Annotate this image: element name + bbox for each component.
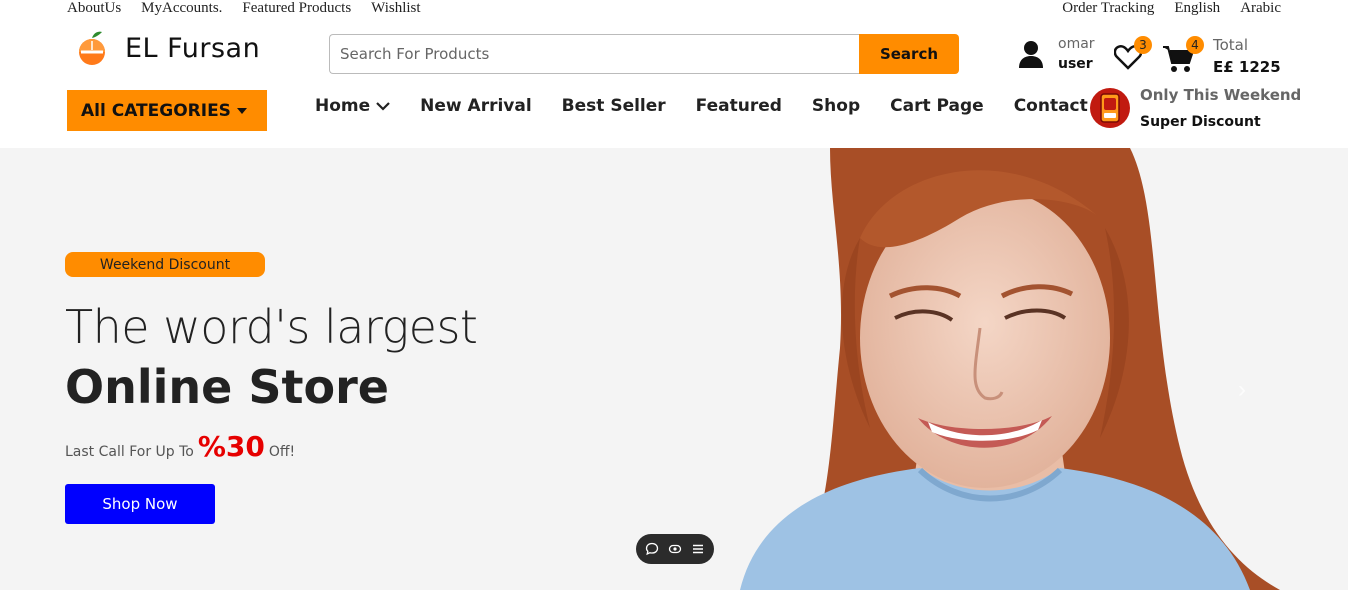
cart-total-value: E£ 1225 [1213,58,1281,76]
wishlist-link[interactable]: Wishlist [371,0,420,17]
promo-text: Only This Weekend Super Discount [1140,86,1301,130]
order-tracking-link[interactable]: Order Tracking [1062,0,1154,17]
cart-count-badge: 4 [1186,36,1204,54]
arabic-language-link[interactable]: Arabic [1240,0,1281,17]
promo-line-2: Super Discount [1140,114,1261,130]
hero-slider: ‹ › Weekend Discount The word's largest … [0,148,1348,590]
main-nav: Home New Arrival Best Seller Featured Sh… [315,96,1118,116]
all-categories-label: All CATEGORIES [81,100,231,121]
user-first-name: omar [1058,36,1095,52]
comment-icon[interactable] [645,542,659,556]
user-account[interactable]: omar user [1018,36,1095,72]
nav-item-new-arrival[interactable]: New Arrival [420,96,532,116]
cart-button[interactable]: 4 [1162,36,1204,79]
site-logo[interactable]: EL Fursan [77,30,260,66]
top-bar: AboutUs MyAccounts. Featured Products Wi… [0,0,1348,18]
user-icon [1019,41,1043,68]
cart-total: Total E£ 1225 [1213,36,1281,76]
shop-now-button[interactable]: Shop Now [65,484,215,524]
search-bar: Search [329,34,959,74]
orange-logo-icon [79,31,105,65]
nav-item-featured[interactable]: Featured [696,96,782,116]
hero-subtext-prefix: Last Call For Up To [65,444,194,460]
featured-products-link[interactable]: Featured Products [242,0,351,17]
slider-next-arrow-icon[interactable]: › [1238,376,1246,404]
top-links-left: AboutUs MyAccounts. Featured Products Wi… [67,0,421,17]
nav-item-shop[interactable]: Shop [812,96,860,116]
list-icon[interactable] [691,542,705,556]
logo-text: EL Fursan [125,32,261,64]
user-names: omar user [1058,36,1095,72]
nav-item-home[interactable]: Home [315,96,390,116]
hero-headline-light: The word's largest [65,300,478,354]
wishlist-count-badge: 3 [1134,36,1152,54]
promo-line-1: Only This Weekend [1140,86,1302,104]
top-links-right: Order Tracking English Arabic [1062,0,1281,17]
cart-total-label: Total [1213,36,1249,54]
nav-item-home-label: Home [315,96,371,116]
weekend-discount-tag: Weekend Discount [65,252,265,277]
search-input[interactable] [329,34,859,74]
discount-badge-icon [1090,88,1130,128]
hero-subtext: Last Call For Up To %30 Off! [65,430,295,463]
nav-item-cart-page[interactable]: Cart Page [890,96,984,116]
hero-headline-bold: Online Store [65,360,389,414]
user-second-name: user [1058,56,1093,72]
wishlist-button[interactable]: 3 [1113,36,1152,75]
eye-icon[interactable] [668,542,682,556]
hero-subtext-suffix: Off! [268,444,296,460]
caret-down-icon [236,107,247,114]
hero-discount-percent: %30 [197,430,265,463]
all-categories-dropdown[interactable]: All CATEGORIES [67,90,267,131]
my-accounts-link[interactable]: MyAccounts. [141,0,222,17]
weekend-promo[interactable]: Only This Weekend Super Discount [1090,86,1301,130]
chevron-down-icon [376,102,390,111]
english-language-link[interactable]: English [1174,0,1220,17]
about-us-link[interactable]: AboutUs [67,0,121,17]
nav-item-best-seller[interactable]: Best Seller [562,96,666,116]
floating-toolbar [636,534,714,564]
search-button[interactable]: Search [859,34,959,74]
hero-model-image [740,148,1280,590]
